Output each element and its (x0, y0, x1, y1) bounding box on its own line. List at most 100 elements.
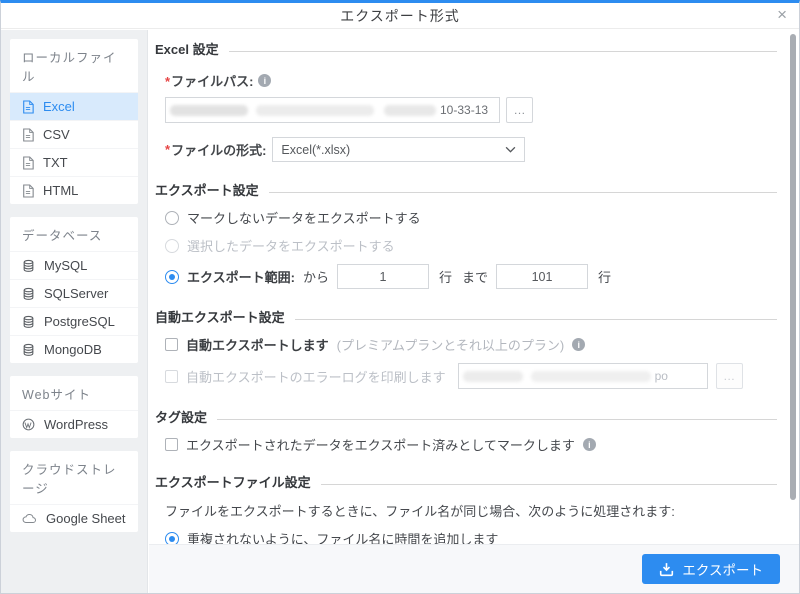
sidebar-item-txt[interactable]: TXT (10, 148, 138, 176)
section-export-settings: エクスポート設定 (155, 180, 777, 199)
close-icon[interactable]: × (777, 6, 787, 24)
section-auto-export-settings: 自動エクスポート設定 (155, 307, 777, 326)
sidebar-group-cloud-storage: クラウドストレージ Google Sheet (10, 451, 138, 532)
sidebar-item-google-sheet[interactable]: Google Sheet (10, 504, 138, 532)
vertical-scrollbar[interactable] (789, 32, 797, 542)
sidebar-group-website: Webサイト WordPress (10, 376, 138, 438)
browse-file-path-button[interactable]: … (506, 97, 533, 123)
export-settings-panel: Excel 設定 *ファイルパス: i 10-33-13 … * ファイルの形式:… (149, 30, 799, 544)
mark-exported-label: エクスポートされたデータをエクスポート済みとしてマークします (186, 438, 575, 453)
sidebar-item-excel[interactable]: Excel (10, 92, 138, 120)
error-log-visible-text: po (654, 369, 668, 383)
scrollbar-thumb[interactable] (790, 34, 796, 500)
range-to-input[interactable]: 101 (496, 264, 588, 289)
section-export-file-settings: エクスポートファイル設定 (155, 472, 777, 491)
radio-icon[interactable] (165, 531, 179, 544)
required-asterisk: * (165, 142, 171, 157)
section-rule (294, 319, 777, 320)
sidebar-item-label: Excel (43, 99, 75, 114)
sidebar-item-mongodb[interactable]: MongoDB (10, 335, 138, 363)
sidebar-group-label: データベース (22, 229, 103, 243)
sidebar-group-label: クラウドストレージ (22, 463, 117, 496)
redacted-text (462, 370, 523, 382)
database-icon (23, 315, 34, 328)
dialog-titlebar: エクスポート形式 × (1, 3, 799, 29)
auto-export-label: 自動エクスポートします (186, 338, 329, 353)
sidebar-item-html[interactable]: HTML (10, 176, 138, 204)
sidebar-item-label: CSV (43, 127, 70, 142)
info-icon[interactable]: i (572, 338, 586, 351)
section-rule (217, 419, 777, 420)
file-icon (23, 127, 34, 142)
checkbox-error-log[interactable]: 自動エクスポートのエラーログを印刷します po … (165, 363, 777, 389)
file-icon (23, 183, 34, 198)
file-format-label: ファイルの形式: (171, 143, 267, 158)
sidebar-group-label: Webサイト (22, 388, 91, 402)
error-log-path-input[interactable]: po (457, 363, 708, 389)
sidebar-item-label: HTML (43, 183, 79, 198)
database-icon (23, 287, 34, 300)
radio-add-time[interactable]: 重複されないように、ファイル名に時間を追加します (165, 529, 777, 544)
radio-label: マークしないデータをエクスポートする (187, 211, 421, 226)
checkbox-mark-exported[interactable]: エクスポートされたデータをエクスポート済みとしてマークします i (165, 435, 777, 454)
radio-export-range[interactable]: エクスポート範囲: から 1 行 まで 101 行 (165, 264, 777, 289)
row-unit-label: 行 (598, 270, 612, 285)
redacted-text (530, 370, 651, 382)
section-rule (268, 192, 777, 193)
radio-export-selected-data[interactable]: 選択したデータをエクスポートする (165, 236, 777, 255)
radio-icon[interactable] (165, 269, 179, 284)
export-target-sidebar: ローカルファイル Excel CSV TXT HTML データベース MySQL… (1, 30, 148, 593)
redacted-text (384, 104, 436, 116)
info-icon[interactable]: i (582, 438, 596, 451)
browse-error-log-button[interactable]: … (715, 363, 743, 389)
required-asterisk: * (165, 74, 171, 89)
checkbox-icon[interactable] (165, 438, 178, 451)
sidebar-item-mysql[interactable]: MySQL (10, 251, 138, 279)
checkbox-icon[interactable] (165, 369, 178, 383)
redacted-text (256, 104, 374, 116)
row-unit-label: 行 (438, 270, 452, 285)
file-format-value: Excel(*.xlsx) (281, 142, 351, 157)
dialog-title: エクスポート形式 (340, 7, 460, 24)
checkbox-auto-export[interactable]: 自動エクスポートします (プレミアムプランとそれ以上のプラン) i (165, 335, 777, 354)
range-to-word: まで (461, 270, 488, 285)
sidebar-item-label: PostgreSQL (44, 314, 115, 329)
file-format-select[interactable]: Excel(*.xlsx) (272, 137, 526, 162)
sidebar-group-label: ローカルファイル (22, 51, 117, 84)
redacted-text (170, 104, 248, 116)
section-tag-settings: タグ設定 (155, 407, 777, 426)
sidebar-item-label: TXT (43, 155, 68, 170)
section-heading: エクスポートファイル設定 (155, 475, 311, 490)
file-path-input[interactable]: 10-33-13 (165, 97, 500, 123)
export-icon (660, 562, 674, 576)
export-button[interactable]: エクスポート (642, 554, 780, 584)
auto-export-note: (プレミアムプランとそれ以上のプラン) (336, 338, 565, 353)
chevron-down-icon (506, 146, 516, 153)
section-excel-settings: Excel 設定 (155, 39, 777, 58)
section-heading: エクスポート設定 (155, 183, 259, 198)
checkbox-icon[interactable] (165, 338, 178, 351)
sidebar-item-sqlserver[interactable]: SQLServer (10, 279, 138, 307)
error-log-label: 自動エクスポートのエラーログを印刷します (186, 369, 446, 385)
radio-export-unmarked[interactable]: マークしないデータをエクスポートする (165, 208, 777, 227)
database-icon (23, 259, 34, 272)
section-heading: 自動エクスポート設定 (155, 310, 285, 325)
file-icon (23, 99, 34, 114)
sidebar-item-label: Google Sheet (46, 511, 126, 526)
radio-icon[interactable] (165, 210, 179, 225)
sidebar-item-label: WordPress (44, 417, 109, 432)
section-rule (228, 51, 777, 52)
sidebar-group-database: データベース MySQL SQLServer PostgreSQL MongoD… (10, 217, 138, 363)
sidebar-item-wordpress[interactable]: WordPress (10, 410, 138, 438)
info-icon[interactable]: i (258, 74, 272, 87)
file-icon (23, 155, 34, 170)
database-icon (23, 343, 34, 356)
radio-icon[interactable] (165, 238, 179, 253)
sidebar-item-csv[interactable]: CSV (10, 120, 138, 148)
file-path-label: ファイルパス: (171, 74, 254, 89)
range-from-input[interactable]: 1 (336, 264, 429, 289)
file-conflict-intro-text: ファイルをエクスポートするときに、ファイル名が同じ場合、次のように処理されます: (165, 504, 675, 519)
sidebar-item-postgresql[interactable]: PostgreSQL (10, 307, 138, 335)
file-conflict-intro: ファイルをエクスポートするときに、ファイル名が同じ場合、次のように処理されます: (165, 501, 777, 520)
sidebar-item-label: SQLServer (44, 286, 109, 301)
